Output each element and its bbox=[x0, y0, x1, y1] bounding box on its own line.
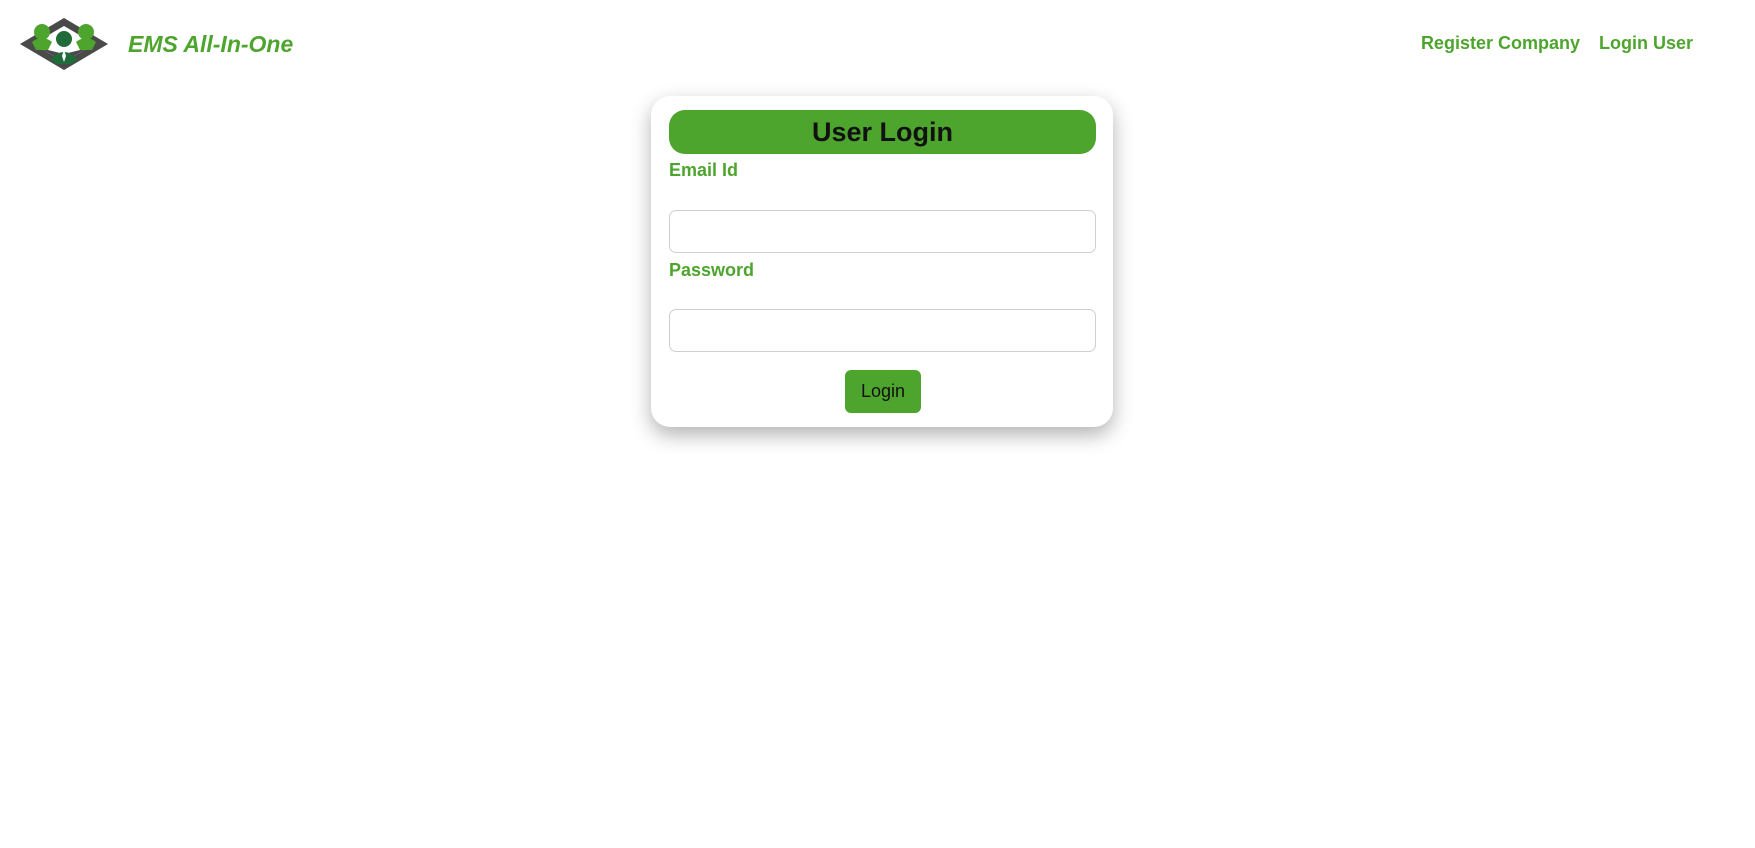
login-card: User Login Email Id Password Login bbox=[651, 96, 1113, 427]
password-label: Password bbox=[669, 260, 755, 280]
login-button[interactable]: Login bbox=[845, 370, 921, 413]
password-input[interactable] bbox=[669, 309, 1096, 352]
register-company-link[interactable]: Register Company bbox=[1421, 33, 1580, 54]
email-label: Email Id bbox=[669, 160, 739, 180]
top-navbar: EMS All-In-One Register Company Login Us… bbox=[0, 0, 1755, 90]
email-input[interactable] bbox=[669, 210, 1096, 253]
nav-links: Register Company Login User bbox=[1421, 33, 1693, 54]
login-card-title: User Login bbox=[669, 110, 1096, 154]
login-user-link[interactable]: Login User bbox=[1599, 33, 1693, 54]
ems-team-logo-icon bbox=[20, 18, 108, 70]
brand-home-link[interactable]: EMS All-In-One bbox=[18, 16, 293, 72]
brand-name: EMS All-In-One bbox=[128, 30, 294, 57]
